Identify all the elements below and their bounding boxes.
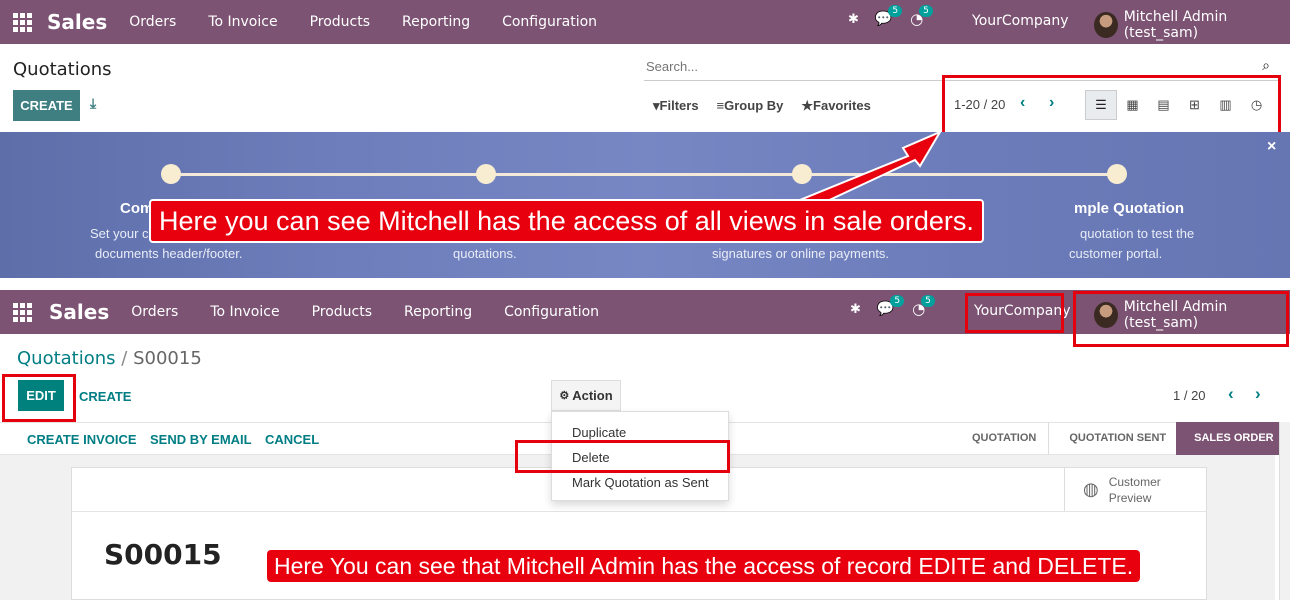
app-brand[interactable]: Sales — [47, 10, 107, 34]
menu-reporting[interactable]: Reporting — [402, 14, 470, 30]
breadcrumb-separator: / — [121, 348, 128, 369]
activity-badge: 5 — [919, 5, 933, 17]
record-name: S00015 — [104, 538, 222, 571]
menu-to-invoice-2[interactable]: To Invoice — [210, 304, 279, 320]
status-quotation-sent[interactable]: QUOTATION SENT — [1049, 422, 1176, 455]
status-sales-order[interactable]: SALES ORDER — [1176, 422, 1288, 455]
debug-bug-icon-2[interactable]: ✱ — [850, 302, 861, 317]
action-mark-sent[interactable]: Mark Quotation as Sent — [572, 475, 709, 490]
action-dropdown[interactable]: ⚙ Action — [551, 380, 621, 411]
step1-text-a: Set your c — [90, 226, 149, 241]
form-pager: 1 / 20 — [1173, 388, 1206, 403]
callout-top: Here you can see Mitchell has the access… — [149, 199, 984, 243]
group-by-dropdown[interactable]: ≡Group By — [717, 98, 784, 114]
highlight-views-box — [942, 75, 1281, 137]
step-dot-1[interactable] — [161, 164, 181, 184]
apps-menu-icon[interactable] — [13, 12, 35, 32]
step4-title: mple Quotation — [1074, 200, 1184, 217]
step1-text-b: documents header/footer. — [95, 246, 243, 261]
form-pager-prev-icon[interactable]: ‹ — [1228, 384, 1234, 404]
user-menu[interactable]: Mitchell Admin (test_sam) — [1124, 9, 1290, 41]
screenshot-separator — [0, 278, 1290, 290]
menu-to-invoice[interactable]: To Invoice — [208, 14, 277, 30]
form-pager-next-icon[interactable]: › — [1255, 384, 1261, 404]
page-title: Quotations — [13, 59, 112, 80]
favorites-dropdown[interactable]: ★Favorites — [801, 98, 870, 114]
highlight-company-box — [965, 293, 1064, 333]
cancel-button[interactable]: CANCEL — [265, 432, 319, 447]
group-by-icon: ≡ — [716, 98, 725, 113]
customer-preview-line2: Preview — [1108, 490, 1152, 505]
customer-preview-button[interactable]: ◍ Customer Preview — [1064, 468, 1206, 511]
menu-orders[interactable]: Orders — [129, 14, 176, 30]
highlight-delete-box — [515, 440, 730, 473]
create-invoice-button[interactable]: CREATE INVOICE — [27, 432, 137, 447]
banner-close-icon[interactable]: × — [1267, 138, 1276, 156]
step-dot-2[interactable] — [476, 164, 496, 184]
customer-preview-line1: Customer — [1108, 474, 1161, 489]
menu-configuration[interactable]: Configuration — [502, 14, 597, 30]
send-by-email-button[interactable]: SEND BY EMAIL — [150, 432, 252, 447]
gear-icon: ⚙ — [559, 390, 570, 402]
top-navbar: Sales Orders To Invoice Products Reporti… — [0, 0, 1290, 44]
globe-icon: ◍ — [1083, 479, 1099, 499]
step-dot-4[interactable] — [1107, 164, 1127, 184]
step4-text-a: quotation to test the — [1080, 226, 1195, 241]
menu-products[interactable]: Products — [310, 14, 370, 30]
callout-arrow — [800, 129, 943, 210]
create-button[interactable]: CREATE — [13, 90, 80, 121]
highlight-edit-box — [2, 374, 76, 422]
menu-orders-2[interactable]: Orders — [131, 304, 178, 320]
status-quotation[interactable]: QUOTATION — [960, 422, 1050, 455]
download-icon[interactable]: ⤓ — [90, 95, 96, 112]
menu-reporting-2[interactable]: Reporting — [404, 304, 472, 320]
apps-menu-icon-2[interactable] — [13, 302, 35, 322]
form-sheet-divider — [72, 511, 1206, 512]
menu-products-2[interactable]: Products — [312, 304, 372, 320]
filters-dropdown[interactable]: ▾Filters — [653, 98, 699, 114]
user-avatar[interactable] — [1094, 12, 1118, 38]
chat-badge-2: 5 — [890, 295, 905, 307]
highlight-user-box — [1073, 291, 1289, 347]
step3-text: signatures or online payments. — [712, 246, 890, 261]
activity-badge-2: 5 — [921, 295, 935, 307]
menu-configuration-2[interactable]: Configuration — [504, 304, 599, 320]
create-button-2[interactable]: CREATE — [79, 389, 131, 404]
step4-text-b: customer portal. — [1069, 246, 1163, 261]
breadcrumb-parent[interactable]: Quotations — [17, 348, 116, 369]
app-brand-2[interactable]: Sales — [49, 300, 109, 324]
scrollbar-track[interactable] — [1279, 422, 1290, 600]
callout-bottom: Here You can see that Mitchell Admin has… — [267, 550, 1141, 582]
star-icon: ★ — [801, 98, 814, 113]
debug-bug-icon[interactable]: ✱ — [848, 12, 859, 27]
breadcrumb-current: S00015 — [133, 348, 202, 369]
chat-badge: 5 — [888, 5, 903, 17]
search-icon[interactable]: ⌕ — [1262, 57, 1270, 74]
company-switcher[interactable]: YourCompany — [972, 13, 1069, 29]
step2-text: quotations. — [453, 246, 517, 261]
banner-progress-line — [171, 173, 1117, 176]
action-duplicate[interactable]: Duplicate — [572, 425, 626, 440]
